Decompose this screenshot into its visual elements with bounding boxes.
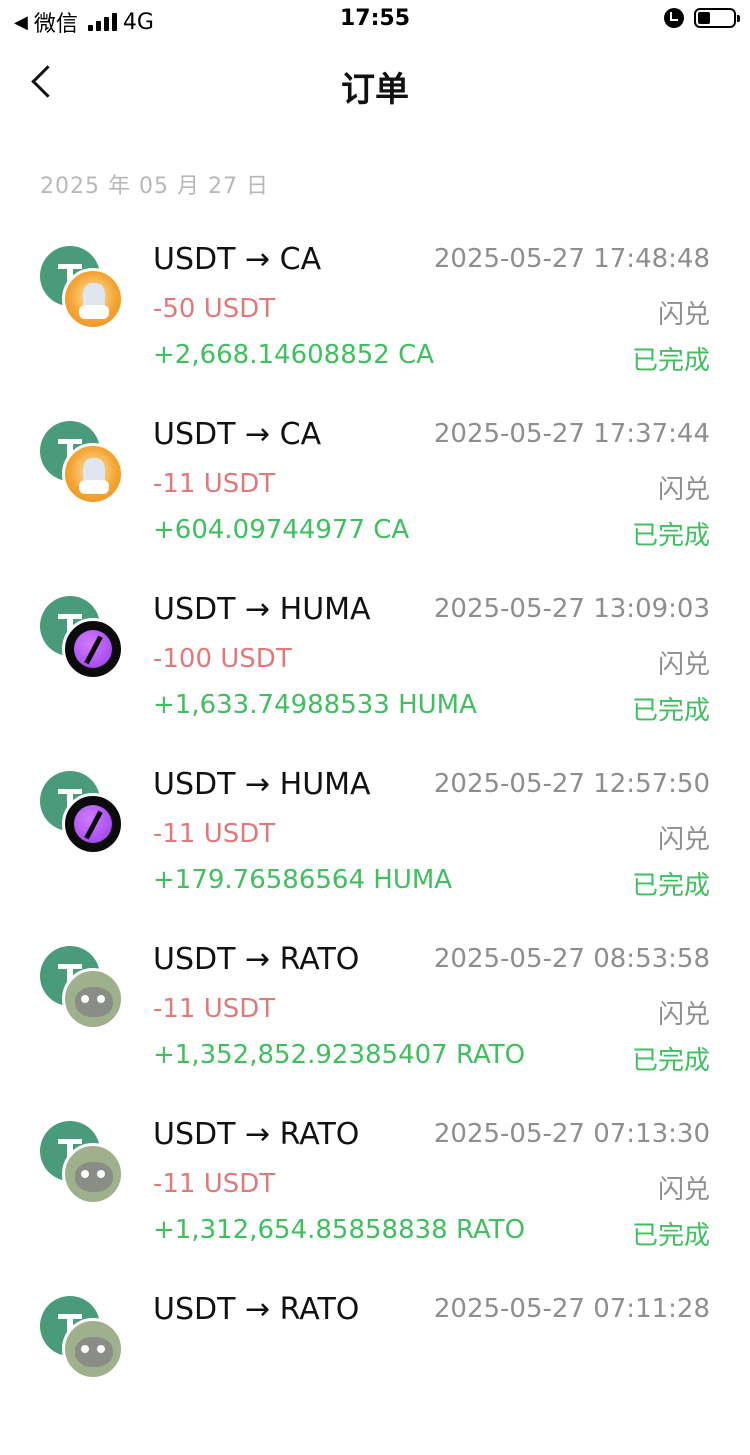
order-pair: USDT → CA — [153, 417, 322, 452]
order-pair: USDT → RATO — [153, 942, 360, 977]
order-received-amount: +2,668.14608852 CA — [153, 340, 435, 370]
order-type: 闪兑 — [657, 300, 710, 330]
order-pair: USDT → HUMA — [153, 767, 371, 802]
order-list: USDT → CA 2025-05-27 17:48:48 -50 USDT 闪… — [0, 230, 750, 1455]
order-type: 闪兑 — [657, 475, 710, 505]
huma-token-icon — [62, 618, 124, 680]
pair-avatar — [40, 771, 130, 861]
order-item[interactable]: USDT → RATO 2025-05-27 07:11:28 — [0, 1280, 750, 1455]
order-received-amount: +604.09744977 CA — [153, 515, 410, 545]
date-header: 2025 年 05 月 27 日 — [40, 174, 269, 199]
alarm-icon — [664, 8, 684, 28]
order-sent-amount: -100 USDT — [153, 644, 292, 674]
order-pair: USDT → RATO — [153, 1292, 360, 1327]
ca-token-icon — [62, 268, 124, 330]
order-time: 2025-05-27 17:37:44 — [433, 419, 710, 449]
order-sent-amount: -11 USDT — [153, 1169, 276, 1199]
pair-avatar — [40, 596, 130, 686]
order-sent-amount: -11 USDT — [153, 819, 276, 849]
order-time: 2025-05-27 08:53:58 — [433, 944, 710, 974]
order-status: 已完成 — [631, 521, 710, 551]
battery-icon — [694, 8, 740, 28]
order-status: 已完成 — [631, 696, 710, 726]
order-type: 闪兑 — [657, 650, 710, 680]
order-time: 2025-05-27 07:11:28 — [433, 1294, 710, 1324]
pair-avatar — [40, 1121, 130, 1211]
order-time: 2025-05-27 12:57:50 — [433, 769, 710, 799]
order-item[interactable]: USDT → HUMA 2025-05-27 12:57:50 -11 USDT… — [0, 755, 750, 930]
order-pair: USDT → RATO — [153, 1117, 360, 1152]
order-sent-amount: -11 USDT — [153, 469, 276, 499]
order-time: 2025-05-27 07:13:30 — [433, 1119, 710, 1149]
status-right — [664, 8, 740, 28]
order-status: 已完成 — [631, 1221, 710, 1251]
pair-avatar — [40, 946, 130, 1036]
pair-avatar — [40, 246, 130, 336]
order-received-amount: +179.76586564 HUMA — [153, 865, 453, 895]
status-time: 17:55 — [339, 6, 411, 31]
order-time: 2025-05-27 17:48:48 — [433, 244, 710, 274]
rato-token-icon — [62, 968, 124, 1030]
order-item[interactable]: USDT → HUMA 2025-05-27 13:09:03 -100 USD… — [0, 580, 750, 755]
nav-bar: 订单 — [0, 42, 750, 126]
order-item[interactable]: USDT → RATO 2025-05-27 07:13:30 -11 USDT… — [0, 1105, 750, 1280]
page-title: 订单 — [341, 70, 409, 110]
order-status: 已完成 — [631, 871, 710, 901]
order-received-amount: +1,312,654.85858838 RATO — [153, 1215, 526, 1245]
order-received-amount: +1,352,852.92385407 RATO — [153, 1040, 526, 1070]
pair-avatar — [40, 1296, 130, 1386]
order-sent-amount: -11 USDT — [153, 994, 276, 1024]
order-pair: USDT → CA — [153, 242, 322, 277]
rato-token-icon — [62, 1318, 124, 1380]
order-received-amount: +1,633.74988533 HUMA — [153, 690, 477, 720]
order-item[interactable]: USDT → CA 2025-05-27 17:37:44 -11 USDT 闪… — [0, 405, 750, 580]
order-type: 闪兑 — [657, 1175, 710, 1205]
order-type: 闪兑 — [657, 825, 710, 855]
order-status: 已完成 — [631, 346, 710, 376]
ca-token-icon — [62, 443, 124, 505]
pair-avatar — [40, 421, 130, 511]
rato-token-icon — [62, 1143, 124, 1205]
order-type: 闪兑 — [657, 1000, 710, 1030]
order-sent-amount: -50 USDT — [153, 294, 276, 324]
order-item[interactable]: USDT → CA 2025-05-27 17:48:48 -50 USDT 闪… — [0, 230, 750, 405]
order-time: 2025-05-27 13:09:03 — [433, 594, 710, 624]
order-item[interactable]: USDT → RATO 2025-05-27 08:53:58 -11 USDT… — [0, 930, 750, 1105]
status-bar: ◀ 微信 4G 17:55 — [0, 0, 750, 42]
huma-token-icon — [62, 793, 124, 855]
order-pair: USDT → HUMA — [153, 592, 371, 627]
order-status: 已完成 — [631, 1046, 710, 1076]
